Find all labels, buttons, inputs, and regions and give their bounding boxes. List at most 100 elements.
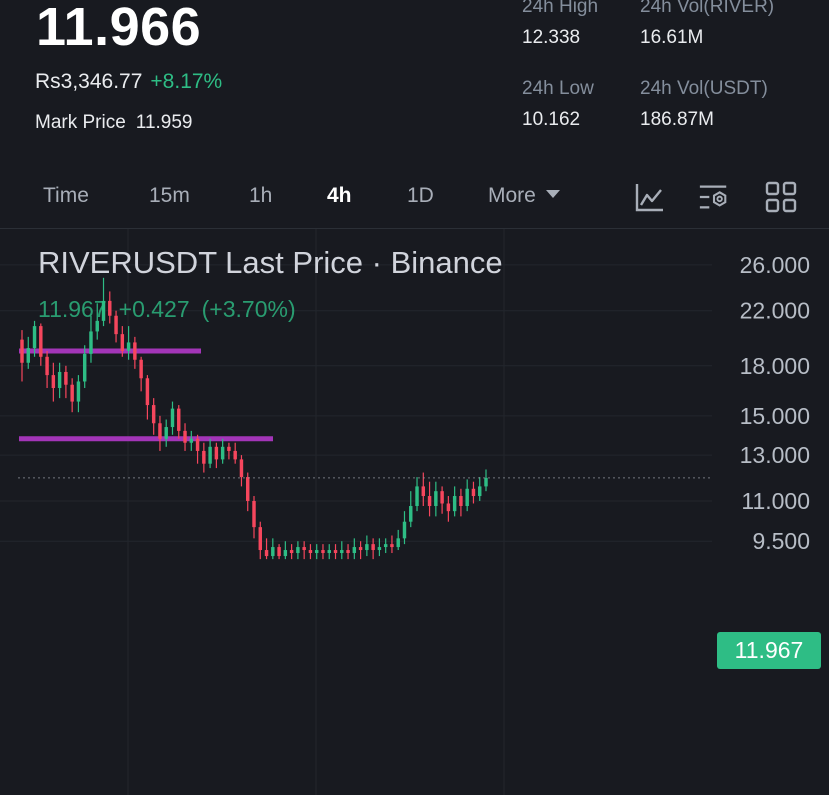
- chart-settings-icon[interactable]: [698, 181, 730, 213]
- candle-body: [396, 538, 400, 548]
- candle-body: [264, 550, 269, 557]
- y-tick-label: 18.000: [740, 353, 810, 379]
- last-price: 11.966: [36, 0, 202, 57]
- chart-screen: 11.966 Rs3,346.77 +8.17% Mark Price 11.959…: [0, 0, 829, 795]
- chart-change-value: +0.427: [118, 296, 190, 322]
- chart-ohlc-summary: 11.967 +0.427 (+3.70%): [38, 296, 308, 323]
- stat-value: 10.162: [522, 109, 581, 130]
- candle-body: [133, 342, 137, 360]
- candle-body: [277, 547, 281, 557]
- candle-body: [358, 547, 363, 551]
- candle-body: [365, 544, 369, 551]
- candle-body: [340, 550, 344, 554]
- y-tick-label: 22.000: [740, 298, 810, 324]
- candle-body: [208, 446, 212, 464]
- stat-label: 24h High: [522, 0, 599, 17]
- stat-value: 12.338: [522, 27, 581, 48]
- y-tick-label: 11.000: [741, 488, 810, 514]
- candle-body: [289, 550, 294, 554]
- tab-more-label: More: [488, 184, 536, 207]
- chart-change-pct: (+3.70%): [201, 296, 296, 322]
- candle-body: [377, 547, 382, 551]
- candle-body: [283, 550, 288, 557]
- candle-body: [158, 423, 162, 439]
- candle-body: [471, 488, 476, 497]
- stat-24h-low: 24h Low 10.162: [522, 78, 594, 131]
- candle-body: [151, 405, 156, 424]
- candle-body: [258, 527, 262, 551]
- candle-body: [314, 550, 319, 554]
- candle-body: [271, 547, 275, 557]
- price-change-pct: +8.17%: [150, 70, 223, 93]
- candle-body: [296, 547, 300, 554]
- candle-body: [20, 339, 24, 363]
- candle-body: [126, 342, 131, 351]
- candle-body: [402, 521, 407, 539]
- chart-title: RIVERUSDT Last Price · Binance: [38, 245, 503, 280]
- tab-time[interactable]: Time: [43, 184, 89, 208]
- tab-4h[interactable]: 4h: [327, 184, 352, 208]
- stat-24h-high: 24h High 12.338: [522, 0, 598, 49]
- fiat-price-row: Rs3,346.77 +8.17%: [35, 70, 222, 94]
- candle-body: [26, 348, 30, 363]
- tab-more[interactable]: More: [488, 184, 560, 208]
- candle-body: [195, 438, 200, 451]
- stat-24h-vol-usdt: 24h Vol(USDT) 186.87M: [640, 78, 768, 131]
- candle-body: [145, 378, 150, 406]
- candle-body: [383, 544, 388, 548]
- candle-body: [352, 547, 357, 554]
- candle-body: [484, 477, 488, 487]
- candle-body: [32, 326, 37, 349]
- candle-body: [246, 477, 250, 501]
- mark-price-label: Mark Price: [35, 112, 126, 133]
- candle-body: [57, 371, 62, 389]
- stat-value: 16.61M: [640, 27, 704, 48]
- candle-body: [321, 550, 325, 554]
- stat-24h-vol-river: 24h Vol(RIVER) 16.61M: [640, 0, 774, 49]
- grid-layout-icon[interactable]: [765, 181, 797, 213]
- indicator-chart-icon[interactable]: [634, 181, 666, 213]
- candle-body: [70, 384, 74, 402]
- stat-label: 24h Low: [522, 78, 594, 99]
- candle-body: [327, 550, 331, 554]
- y-tick-label: 13.000: [740, 442, 810, 468]
- candle-body: [220, 446, 225, 460]
- candle-body: [189, 438, 194, 443]
- candle-body: [177, 408, 181, 431]
- candle-body: [459, 496, 463, 507]
- candle-body: [170, 408, 175, 428]
- chart-last-value: 11.967: [38, 296, 107, 322]
- tab-1h[interactable]: 1h: [249, 184, 272, 208]
- candle-body: [452, 496, 457, 512]
- candle-body: [139, 359, 143, 379]
- stat-value: 186.87M: [640, 109, 714, 130]
- candle-body: [440, 491, 444, 504]
- candle-body: [233, 450, 237, 460]
- candle-body: [82, 353, 87, 382]
- fiat-price: Rs3,346.77: [35, 70, 143, 93]
- candle-body: [446, 503, 451, 512]
- candle-body: [308, 550, 313, 554]
- stat-label: 24h Vol(RIVER): [640, 0, 775, 17]
- y-tick-label: 9.500: [752, 528, 810, 554]
- y-tick-label: 26.000: [740, 252, 810, 278]
- tab-1d[interactable]: 1D: [407, 184, 434, 208]
- candle-body: [227, 446, 231, 451]
- candle-body: [252, 500, 256, 528]
- candle-body: [434, 491, 438, 507]
- candle-body: [371, 544, 375, 551]
- candle-body: [465, 488, 469, 507]
- candle-body: [64, 371, 68, 385]
- mark-price-row: Mark Price 11.959: [35, 112, 193, 134]
- mark-price-value: 11.959: [135, 112, 193, 133]
- candle-body: [478, 486, 482, 497]
- candle-body: [214, 446, 219, 460]
- candle-body: [45, 356, 49, 376]
- y-tick-label: 15.000: [740, 403, 810, 429]
- candle-body: [415, 486, 419, 507]
- candle-body: [202, 450, 206, 464]
- tab-15m[interactable]: 15m: [149, 184, 190, 208]
- candle-body: [427, 496, 432, 507]
- candle-body: [390, 544, 394, 548]
- candle-body: [76, 381, 81, 402]
